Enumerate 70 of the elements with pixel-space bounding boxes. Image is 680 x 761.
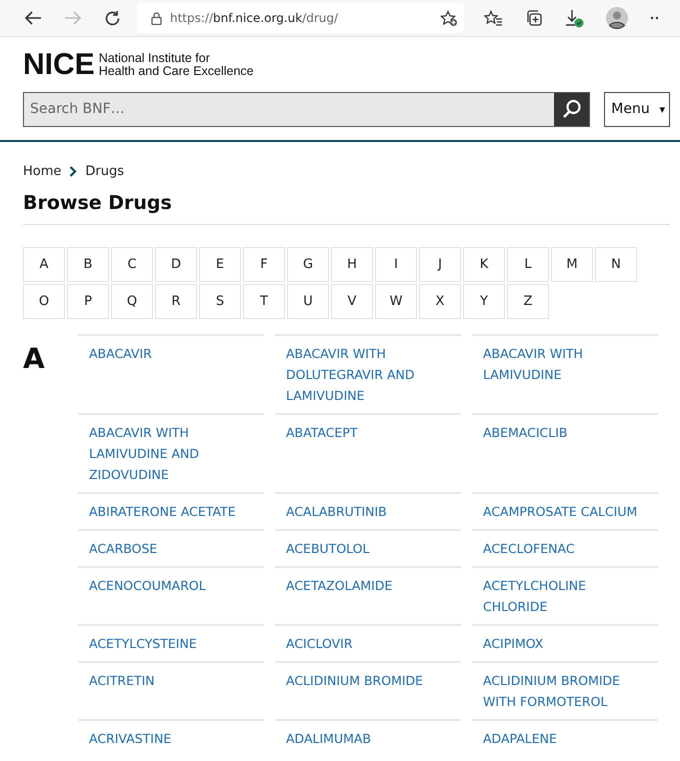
breadcrumb-current: Drugs: [85, 164, 124, 178]
drug-link[interactable]: ACECLOFENAC: [483, 538, 647, 559]
letter-link[interactable]: L: [507, 247, 549, 282]
drug-link[interactable]: ACLIDINIUM BROMIDE WITH FORMOTEROL: [483, 670, 647, 712]
drug-link[interactable]: ACETYLCYSTEINE: [89, 633, 253, 654]
letter-link[interactable]: U: [287, 284, 329, 319]
logo-subtitle: National Institute for: [98, 52, 211, 65]
profile-avatar-icon[interactable]: [606, 7, 628, 29]
drug-link[interactable]: ACICLOVIR: [286, 633, 450, 654]
logo-subtitle: Health and Care Excellence: [98, 65, 254, 78]
letter-link[interactable]: H: [331, 247, 373, 282]
reload-icon[interactable]: [104, 10, 121, 26]
back-icon[interactable]: [24, 10, 42, 26]
drug-link[interactable]: ACAMPROSATE CALCIUM: [483, 501, 647, 522]
drug-link[interactable]: ADAPALENE: [483, 728, 647, 749]
drug-link[interactable]: ACLIDINIUM BROMIDE: [286, 670, 450, 691]
drug-link[interactable]: ABIRATERONE ACETATE: [89, 501, 253, 522]
drug-link[interactable]: ACEBUTOLOL: [286, 538, 450, 559]
letter-link[interactable]: S: [199, 284, 241, 319]
letter-link[interactable]: Q: [111, 284, 153, 319]
drug-link[interactable]: ABACAVIR: [89, 343, 253, 364]
chevron-icon: [69, 166, 78, 176]
letter-link[interactable]: E: [199, 247, 241, 282]
letter-link[interactable]: O: [23, 284, 65, 319]
letter-link[interactable]: W: [375, 284, 417, 319]
menu-button[interactable]: Menu ▾: [604, 92, 670, 126]
letter-link[interactable]: C: [111, 247, 153, 282]
more-icon[interactable]: [650, 16, 658, 20]
letter-link[interactable]: X: [419, 284, 461, 319]
letter-link[interactable]: D: [155, 247, 197, 282]
favorites-icon[interactable]: [484, 10, 503, 26]
drug-link[interactable]: ABATACEPT: [286, 422, 450, 443]
letter-link[interactable]: Y: [463, 284, 505, 319]
letter-link[interactable]: V: [331, 284, 373, 319]
page-heading: Browse Drugs: [23, 192, 670, 225]
letter-link[interactable]: N: [595, 247, 637, 282]
drug-link[interactable]: ABEMACICLIB: [483, 422, 647, 443]
drug-link[interactable]: ACRIVASTINE: [89, 728, 253, 749]
lock-icon: [151, 12, 162, 24]
letter-link[interactable]: Z: [507, 284, 549, 319]
letter-link[interactable]: M: [551, 247, 593, 282]
letter-link[interactable]: G: [287, 247, 329, 282]
letter-link[interactable]: I: [375, 247, 417, 282]
drug-link[interactable]: ABACAVIR WITH LAMIVUDINE AND ZIDOVUDINE: [89, 422, 253, 485]
drug-link[interactable]: ABACAVIR WITH LAMIVUDINE: [483, 343, 647, 385]
download-icon[interactable]: [565, 8, 584, 28]
letter-link[interactable]: F: [243, 247, 285, 282]
letter-link[interactable]: A: [23, 247, 65, 282]
drug-link[interactable]: ACALABRUTINIB: [286, 501, 450, 522]
add-favorite-icon[interactable]: [440, 10, 458, 26]
drug-link[interactable]: ACITRETIN: [89, 670, 253, 691]
breadcrumb-link[interactable]: Home: [23, 164, 62, 178]
drug-link[interactable]: ADALIMUMAB: [286, 728, 450, 749]
collections-icon[interactable]: [525, 9, 543, 27]
drug-link[interactable]: ABACAVIR WITH DOLUTEGRAVIR AND LAMIVUDINE: [286, 343, 450, 406]
letter-link[interactable]: K: [463, 247, 505, 282]
drug-link[interactable]: ACARBOSE: [89, 538, 253, 559]
letter-link[interactable]: R: [155, 284, 197, 319]
letter-link[interactable]: B: [67, 247, 109, 282]
drug-link[interactable]: ACETYLCHOLINE CHLORIDE: [483, 575, 647, 617]
drug-link[interactable]: ACETAZOLAMIDE: [286, 575, 450, 596]
letter-link[interactable]: P: [67, 284, 109, 319]
drug-link[interactable]: ACENOCOUMAROL: [89, 575, 253, 596]
letter-link[interactable]: T: [243, 284, 285, 319]
letter-link[interactable]: J: [419, 247, 461, 282]
logo-text[interactable]: NICE: [23, 48, 95, 82]
address-bar[interactable]: https://bnf.nice.org.uk/drug/: [137, 3, 464, 33]
section-letter: A: [23, 341, 46, 377]
url-text: https://bnf.nice.org.uk/drug/: [170, 11, 340, 25]
drug-link[interactable]: ACIPIMOX: [483, 633, 647, 654]
